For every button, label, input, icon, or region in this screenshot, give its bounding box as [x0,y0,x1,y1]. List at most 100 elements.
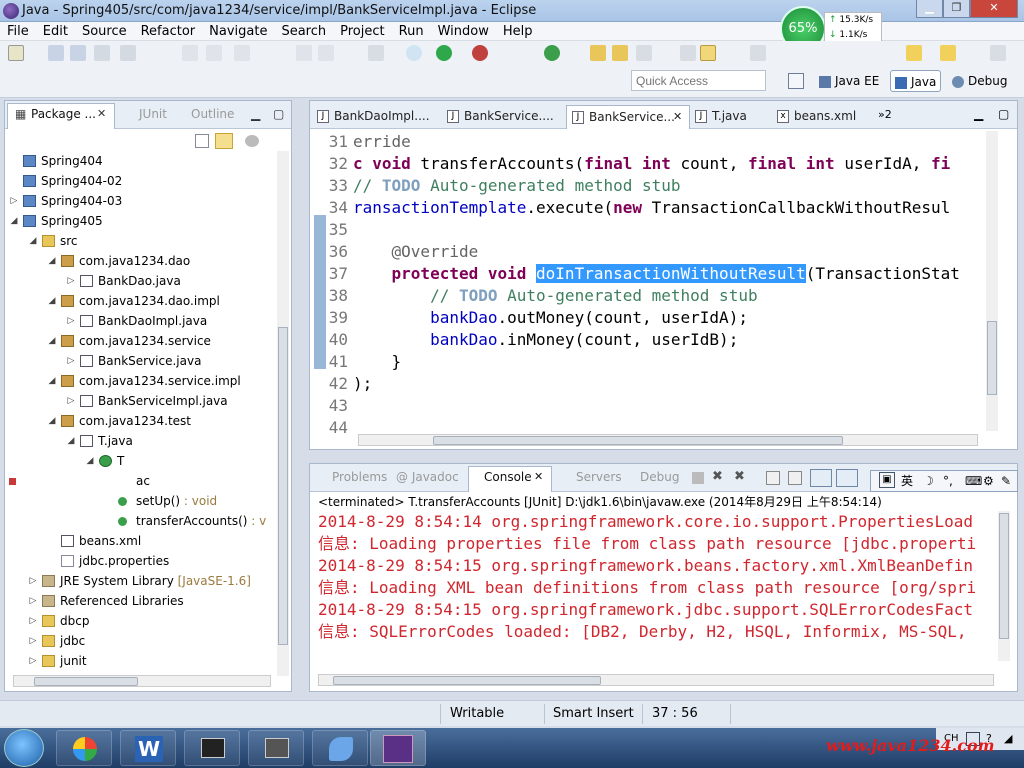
expand-arrow-icon[interactable]: ▷ [28,631,38,651]
open-console-icon[interactable] [836,469,858,487]
ime-keyboard-icon[interactable]: ⌨ [965,471,982,491]
open-perspective-icon[interactable] [788,73,804,89]
sidebar-vscroll-thumb[interactable] [278,327,288,645]
remove-launch-icon[interactable]: ✖ [712,469,723,484]
console-hscroll-thumb[interactable] [333,676,601,685]
menu-navigate[interactable]: Navigate [202,22,274,41]
maximize-toolbar-icon[interactable] [990,45,1006,61]
tree-item[interactable]: ▷ jdbc [5,631,275,651]
terminate-icon[interactable] [318,45,334,61]
search-icon[interactable] [636,45,652,61]
tree-item[interactable]: ◢ T.java [5,431,275,451]
print-icon[interactable] [94,45,110,61]
taskbar-app-dolphin[interactable] [312,730,368,766]
ime-toolbar[interactable]: ▣ 英 ☽ °, ⌨ ⚙ ✎ [870,470,1018,492]
taskbar-app-cmd[interactable] [184,730,240,766]
tree-item[interactable]: ▷ Spring404-03 [5,191,275,211]
taskbar-app-word[interactable]: W [120,730,176,766]
tree-item[interactable]: ▷ dbcp [5,611,275,631]
menu-edit[interactable]: Edit [36,22,75,41]
tab-junit[interactable]: JUnit [139,107,167,121]
close-tab-icon[interactable]: ✕ [97,107,106,120]
collapse-arrow-icon[interactable]: ◢ [47,291,57,311]
ime-language[interactable]: 英 [901,471,913,491]
tab-debug[interactable]: Debug [640,470,679,484]
tree-item[interactable]: ▷ BankService.java [5,351,275,371]
menu-source[interactable]: Source [75,22,134,41]
redo-icon[interactable] [234,45,250,61]
taskbar-app-ball[interactable] [56,730,112,766]
skip-breakpoints-icon[interactable] [368,45,384,61]
tab-bankservice[interactable]: J BankService.... [442,105,554,129]
collapse-arrow-icon[interactable]: ◢ [85,451,95,471]
ime-wrench-icon[interactable]: ✎ [1001,471,1011,491]
tab-bankserviceimpl[interactable]: J BankService... ✕ [566,105,690,129]
more-tabs-button[interactable]: »2 [878,108,892,121]
collapse-arrow-icon[interactable]: ◢ [47,331,57,351]
expand-arrow-icon[interactable]: ▷ [28,571,38,591]
quick-access-input[interactable] [631,70,766,91]
collapse-arrow-icon[interactable]: ◢ [28,231,38,251]
tab-t-java[interactable]: J T.java [690,105,770,129]
close-tab-icon[interactable]: ✕ [534,470,543,483]
start-button[interactable] [4,729,44,767]
show-whitespace-icon[interactable] [750,45,766,61]
collapse-arrow-icon[interactable]: ◢ [47,251,57,271]
tree-item[interactable]: jdbc.properties [5,551,275,571]
expand-arrow-icon[interactable]: ▷ [66,351,76,371]
console-output[interactable]: 2014-8-29 8:54:14 org.springframework.co… [310,511,996,661]
minimize-button[interactable]: ▁ [916,0,943,18]
console-vscroll[interactable] [998,511,1010,661]
clear-console-icon[interactable] [766,471,780,485]
menu-refactor[interactable]: Refactor [134,22,203,41]
remove-all-icon[interactable]: ✖ [734,469,745,484]
tree-item[interactable]: ▷ junit [5,651,275,671]
perspective-javaee[interactable]: Java EE [815,70,883,92]
menu-search[interactable]: Search [274,22,333,41]
tree-item[interactable]: ◢ com.java1234.service [5,331,275,351]
editor-hscroll-thumb[interactable] [433,436,843,445]
collapse-all-icon[interactable] [195,134,209,148]
save-icon[interactable] [48,45,64,61]
tree-item[interactable]: ac [5,471,275,491]
ime-tool-icon[interactable]: ⚙ [983,471,994,491]
tree-item[interactable]: ◢ com.java1234.test [5,411,275,431]
new-icon[interactable] [8,45,24,61]
editor-vscroll-thumb[interactable] [987,321,997,395]
editor-hscroll[interactable] [358,434,978,446]
perspective-debug[interactable]: Debug [948,70,1011,92]
tree-item[interactable]: ▷ Referenced Libraries [5,591,275,611]
tree-item[interactable]: ◢ com.java1234.dao [5,251,275,271]
sidebar-hscroll-thumb[interactable] [34,677,138,686]
collapse-arrow-icon[interactable]: ◢ [9,211,19,231]
back-icon[interactable] [182,45,198,61]
new-folder-icon[interactable] [612,45,628,61]
tree-item[interactable]: ▷ BankDaoImpl.java [5,311,275,331]
tree-item[interactable]: ▷ BankDao.java [5,271,275,291]
selected-method-name[interactable]: doInTransactionWithoutResult [536,264,806,283]
maximize-button[interactable]: ❐ [943,0,970,18]
view-menu-icon[interactable] [245,135,259,147]
sidebar-hscroll[interactable] [13,675,271,687]
new-java-class-icon[interactable] [544,45,560,61]
close-tab-icon[interactable]: ✕ [673,106,682,128]
suspend-icon[interactable] [296,45,312,61]
open-folder-icon[interactable] [590,45,606,61]
tree-item[interactable]: ◢ com.java1234.dao.impl [5,291,275,311]
ime-punctuation-icon[interactable]: °, [943,471,953,491]
tab-beans-xml[interactable]: x beans.xml [772,105,868,129]
mark-occurrences-icon[interactable] [700,45,716,61]
run-icon[interactable] [436,45,452,61]
save-all-icon[interactable] [70,45,86,61]
tree-item[interactable]: ◢ Spring405 [5,211,275,231]
menu-run[interactable]: Run [392,22,431,41]
taskbar-app-tool[interactable] [248,730,304,766]
tree-item[interactable]: Spring404-02 [5,171,275,191]
link-with-editor-icon[interactable] [215,133,233,149]
collapse-arrow-icon[interactable]: ◢ [47,411,57,431]
menu-project[interactable]: Project [333,22,391,41]
tree-item[interactable]: setUp() : void [5,491,275,511]
show-console-icon[interactable] [810,469,832,487]
tree-item[interactable]: ◢ com.java1234.service.impl [5,371,275,391]
expand-arrow-icon[interactable]: ▷ [9,191,19,211]
